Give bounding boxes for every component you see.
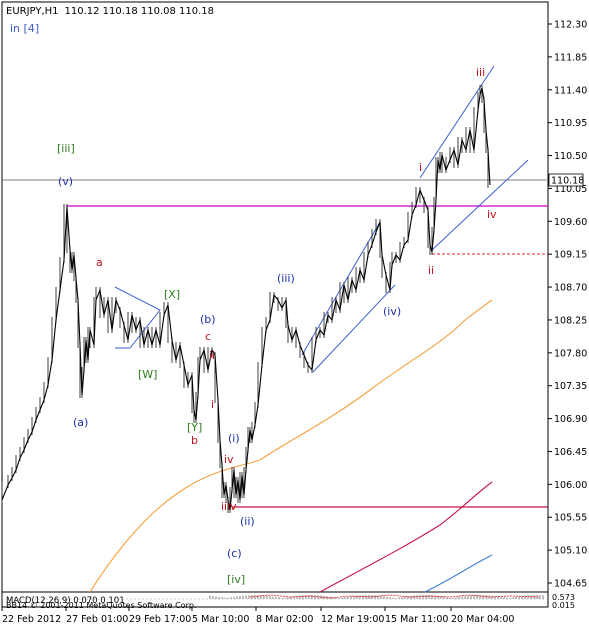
price-tick-label: 104.65	[554, 579, 587, 590]
wave-label: i	[419, 161, 422, 174]
wave-label: iii	[221, 500, 230, 513]
price-tick-label: 106.45	[554, 447, 587, 458]
price-tick-label: 105.10	[554, 546, 587, 557]
price-tick-label: 108.25	[554, 315, 587, 326]
wave-label: (v)	[58, 175, 73, 188]
wave-label: ii	[209, 349, 215, 362]
price-tick-label: 109.15	[554, 250, 587, 261]
price-tick-label: 108.70	[554, 283, 587, 294]
wave-label: ii	[428, 264, 434, 277]
time-tick-label: 22 Feb 2012	[2, 614, 61, 625]
wave-label: b	[191, 434, 198, 447]
time-tick-label: 12 Mar 19:00	[321, 614, 384, 625]
wave-label: (iii)	[277, 272, 295, 285]
price-tick-label: 107.35	[554, 381, 587, 392]
price-tick-label: 110.95	[554, 118, 587, 129]
price-tick-label: 111.85	[554, 52, 587, 63]
wave-label: [W]	[138, 368, 157, 381]
wave-label: [iii]	[57, 142, 75, 155]
wave-label: [Y]	[187, 421, 202, 434]
price-tick-label: 111.40	[554, 85, 587, 96]
chart-window[interactable]: EURJPY,H1 110.12 110.18 110.08 110.18 in …	[0, 0, 589, 630]
current-price-label: 110.18	[551, 176, 584, 187]
price-tick-label: 106.90	[554, 414, 587, 425]
wave-label: (a)	[73, 416, 88, 429]
time-tick-label: 5 Mar 10:00	[192, 614, 249, 625]
time-tick-label: 8 Mar 02:00	[256, 614, 313, 625]
price-tick-label: 112.30	[554, 20, 587, 31]
wave-label: (c)	[227, 547, 242, 560]
copyright-footer: BB14 © 2001-2011 MetaQuotes Software Cor…	[6, 601, 196, 610]
wave-label: i	[211, 398, 214, 411]
price-tick-label: 106.00	[554, 480, 587, 491]
wave-label: [iv]	[227, 573, 245, 586]
wave-label: v	[230, 500, 237, 513]
indicator-value-bottom: 0.015	[552, 601, 575, 610]
wave-label: c	[205, 330, 211, 343]
price-chart[interactable]: EURJPY,H1 110.12 110.18 110.08 110.18 in …	[0, 0, 589, 630]
wave-label: iv	[224, 453, 234, 466]
wave-label: iv	[487, 208, 497, 221]
wave-label: (ii)	[240, 515, 255, 528]
symbol-ohlc-header: EURJPY,H1 110.12 110.18 110.08 110.18	[6, 6, 214, 17]
time-tick-label: 20 Mar 04:00	[451, 614, 514, 625]
wave-label: (i)	[228, 432, 240, 445]
wave-subtitle: in [4]	[10, 22, 39, 35]
wave-label: a	[96, 256, 103, 269]
time-tick-label: 27 Feb 01:00	[66, 614, 128, 625]
wave-label: [X]	[164, 288, 180, 301]
time-tick-label: 15 Mar 11:00	[385, 614, 448, 625]
wave-label: (b)	[200, 313, 216, 326]
price-tick-label: 109.60	[554, 217, 587, 228]
time-tick-label: 29 Feb 17:00	[129, 614, 191, 625]
price-tick-label: 107.80	[554, 348, 587, 359]
wave-label: (iv)	[383, 305, 401, 318]
wave-label: iii	[476, 66, 485, 79]
price-tick-label: 110.50	[554, 151, 587, 162]
price-tick-label: 105.55	[554, 513, 587, 524]
